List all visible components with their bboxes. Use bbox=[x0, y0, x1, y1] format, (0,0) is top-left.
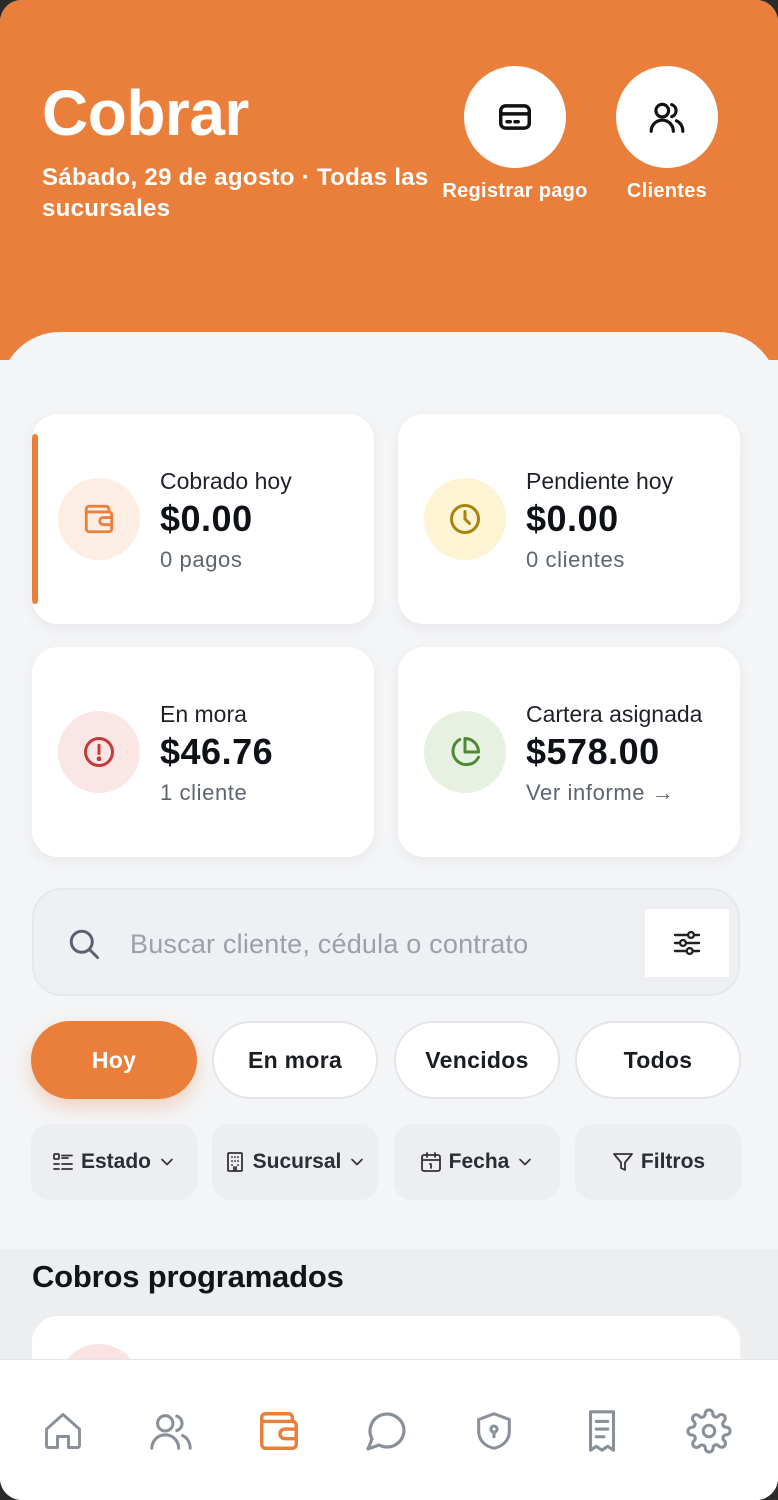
search-icon bbox=[69, 929, 99, 959]
nav-item-home[interactable] bbox=[8, 1360, 118, 1500]
app-screen: Cobrar Sábado, 29 de agosto · Todas las … bbox=[0, 0, 778, 1500]
home-icon bbox=[45, 1412, 81, 1449]
calendar-icon bbox=[420, 1152, 441, 1172]
nav-item-settings[interactable] bbox=[654, 1360, 764, 1500]
nav-item-receipts[interactable] bbox=[547, 1360, 657, 1500]
header: Cobrar Sábado, 29 de agosto · Todas las … bbox=[0, 0, 778, 360]
gear-icon bbox=[686, 1407, 732, 1454]
stat-title: En mora bbox=[160, 701, 247, 727]
tab-vencidos[interactable]: Vencidos bbox=[394, 1021, 560, 1099]
users-icon bbox=[649, 102, 685, 133]
tab-todos[interactable]: Todos bbox=[575, 1021, 741, 1099]
list-icon bbox=[53, 1153, 73, 1170]
clients-label: Clientes bbox=[626, 180, 708, 202]
building-icon bbox=[226, 1152, 243, 1172]
view-report-link[interactable]: Ver informe → bbox=[526, 780, 674, 806]
receipt-icon bbox=[588, 1409, 616, 1452]
chip-label: Fecha bbox=[448, 1150, 510, 1173]
chip-label: Sucursal bbox=[252, 1150, 342, 1173]
sliders-icon bbox=[673, 930, 701, 956]
filter-settings-button[interactable] bbox=[645, 909, 729, 977]
stat-value: $46.76 bbox=[160, 731, 274, 772]
funnel-icon bbox=[613, 1153, 633, 1171]
tab-en-mora[interactable]: En mora bbox=[212, 1021, 378, 1099]
register-payment-button[interactable]: Registrar pago bbox=[440, 66, 590, 202]
search-bar bbox=[32, 888, 740, 996]
chevron-down-icon bbox=[351, 1158, 364, 1166]
wallet-icon bbox=[260, 1411, 298, 1450]
stat-card-cobrado[interactable]: Cobrado hoy $0.00 0 pagos bbox=[32, 414, 374, 624]
stat-title: Pendiente hoy bbox=[526, 468, 674, 494]
stat-value: $0.00 bbox=[526, 498, 619, 539]
sucursal-filter-dropdown[interactable]: Sucursal bbox=[212, 1124, 378, 1200]
chip-label: Estado bbox=[80, 1150, 151, 1173]
tab-hoy[interactable]: Hoy bbox=[31, 1021, 197, 1099]
stat-subtext: 0 pagos bbox=[160, 547, 243, 572]
pie-chart-icon bbox=[451, 737, 480, 767]
clock-icon bbox=[450, 504, 480, 534]
stat-value: $578.00 bbox=[526, 731, 660, 772]
chip-label: Filtros bbox=[640, 1150, 706, 1173]
page-subtitle: Sábado, 29 de agosto · Todas las sucursa… bbox=[42, 164, 429, 222]
nav-item-collect[interactable] bbox=[224, 1360, 334, 1500]
more-filters-button[interactable]: Filtros bbox=[575, 1124, 741, 1200]
active-accent-bar bbox=[32, 434, 38, 604]
nav-item-clients[interactable] bbox=[116, 1360, 226, 1500]
stat-subtext: 1 cliente bbox=[160, 780, 248, 805]
stat-subtext: 0 clientes bbox=[526, 547, 625, 572]
users-icon bbox=[150, 1413, 192, 1450]
wallet-icon bbox=[84, 504, 114, 534]
section-title: Cobros programados bbox=[32, 1259, 344, 1294]
register-payment-label: Registrar pago bbox=[442, 180, 588, 202]
nav-item-messages[interactable] bbox=[331, 1360, 441, 1500]
stat-card-pendiente[interactable]: Pendiente hoy $0.00 0 clientes bbox=[398, 414, 740, 624]
estado-filter-dropdown[interactable]: Estado bbox=[31, 1124, 197, 1200]
card-icon bbox=[499, 104, 531, 130]
chat-icon bbox=[366, 1412, 406, 1451]
stat-title: Cartera asignada bbox=[526, 701, 703, 727]
fecha-filter-dropdown[interactable]: Fecha bbox=[394, 1124, 560, 1200]
stat-title: Cobrado hoy bbox=[160, 468, 292, 494]
shield-icon bbox=[477, 1411, 511, 1450]
nav-item-security[interactable] bbox=[439, 1360, 549, 1500]
search-input[interactable] bbox=[130, 918, 630, 970]
bottom-nav bbox=[0, 1359, 778, 1500]
clients-button[interactable]: Clientes bbox=[592, 66, 742, 202]
chevron-down-icon bbox=[519, 1158, 532, 1166]
stat-value: $0.00 bbox=[160, 498, 253, 539]
stat-card-mora[interactable]: En mora $46.76 1 cliente bbox=[32, 647, 374, 857]
stat-card-cartera[interactable]: Cartera asignada $578.00 Ver informe → bbox=[398, 647, 740, 857]
alert-icon bbox=[84, 737, 114, 767]
page-title: Cobrar bbox=[42, 77, 249, 149]
chevron-down-icon bbox=[161, 1158, 173, 1166]
